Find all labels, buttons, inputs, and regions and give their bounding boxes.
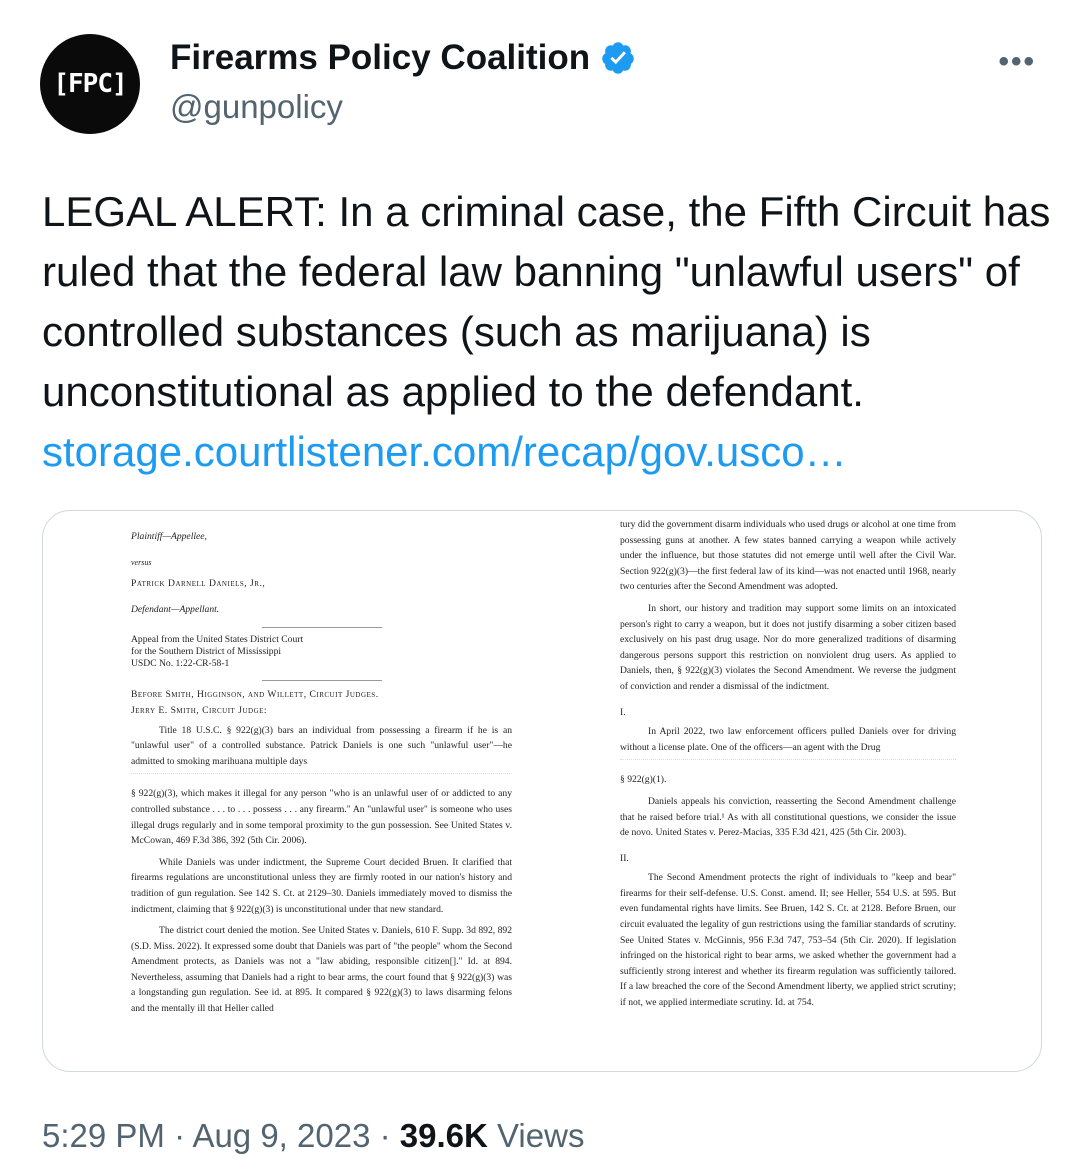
fpc-logo: [FPC]: [53, 69, 127, 99]
tweet-link[interactable]: storage.courtlistener.com/recap/gov.usco…: [42, 422, 1052, 482]
views-label: Views: [497, 1117, 585, 1154]
document-page-right: tury did the government disarm individua…: [542, 511, 1041, 1071]
tweet-body: LEGAL ALERT: In a criminal case, the Fif…: [42, 182, 1052, 482]
section-heading-2: II.: [620, 852, 629, 864]
right-paragraph-1: tury did the government disarm individua…: [620, 519, 956, 593]
left-paragraph-1: Title 18 U.S.C. § 922(g)(3) bars an indi…: [131, 724, 512, 767]
more-options-button[interactable]: •••: [998, 45, 1036, 79]
tweet-meta: 5:29 PM · Aug 9, 2023 · 39.6K Views: [42, 1117, 584, 1155]
verified-badge-icon: [602, 42, 634, 74]
defendant-role: Defendant—Appellant.: [131, 603, 220, 615]
divider: [261, 627, 382, 629]
versus-label: versus: [131, 557, 152, 567]
tweet-text: LEGAL ALERT: In a criminal case, the Fif…: [42, 188, 1051, 415]
appeal-line-2: for the Southern District of Mississippi: [131, 646, 282, 658]
separator: ·: [174, 1117, 186, 1154]
left-paragraph-3: While Daniels was under indictment, the …: [131, 856, 512, 915]
appeal-line-1: Appeal from the United States District C…: [131, 634, 304, 646]
right-paragraph-3: In April 2022, two law enforcement offic…: [620, 726, 956, 753]
left-paragraph-4: The district court denied the motion. Se…: [131, 925, 512, 1015]
tweet-date[interactable]: Aug 9, 2023: [192, 1117, 370, 1154]
left-paragraph-2: § 922(g)(3), which makes it illegal for …: [131, 788, 512, 847]
author-judge-line: Jerry E. Smith, Circuit Judge:: [131, 704, 268, 716]
appeal-line-3: USDC No. 1:22-CR-58-1: [131, 658, 230, 670]
author-name-row: Firearms Policy Coalition: [170, 38, 636, 78]
right-paragraph-6: The Second Amendment protects the right …: [620, 872, 956, 1009]
avatar[interactable]: [FPC]: [40, 34, 140, 134]
right-paragraph-2: In short, our history and tradition may …: [620, 602, 956, 692]
right-paragraph-4: § 922(g)(1).: [620, 774, 667, 786]
defendant-name: Patrick Darnell Daniels, Jr.,: [131, 578, 266, 590]
document-page-left: Plaintiff—Appellee, versus Patrick Darne…: [43, 511, 542, 1071]
section-heading-1: I.: [620, 706, 626, 718]
media-image[interactable]: Plaintiff—Appellee, versus Patrick Darne…: [42, 510, 1042, 1072]
author-name[interactable]: Firearms Policy Coalition: [170, 38, 590, 78]
separator: ·: [379, 1117, 391, 1154]
plaintiff-label: Plaintiff—Appellee,: [131, 531, 207, 542]
author-handle[interactable]: @gunpolicy: [170, 88, 343, 126]
page-cut: [620, 759, 956, 768]
views-count: 39.6K: [399, 1117, 488, 1154]
judges-line: Before Smith, Higginson, and Willett, Ci…: [131, 689, 379, 701]
divider: [261, 680, 382, 682]
page-cut: [131, 773, 512, 782]
right-paragraph-5: Daniels appeals his conviction, reassert…: [620, 795, 956, 839]
tweet-time[interactable]: 5:29 PM: [42, 1117, 165, 1154]
